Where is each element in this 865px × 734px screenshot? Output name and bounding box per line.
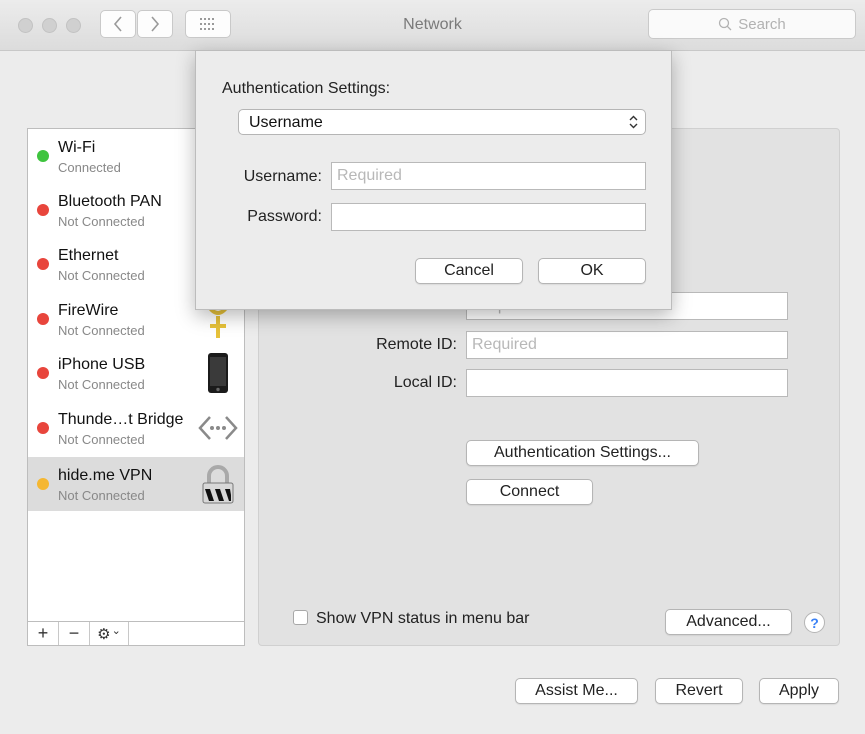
- service-status: Not Connected: [58, 432, 145, 447]
- status-dot: [37, 367, 49, 379]
- service-status: Connected: [58, 160, 121, 175]
- gear-menu-button[interactable]: ⚙ ⌄: [90, 622, 129, 645]
- password-field[interactable]: [331, 203, 646, 231]
- service-name: Thunde…t Bridge: [58, 411, 184, 428]
- connect-button[interactable]: Connect: [466, 479, 593, 505]
- search-icon: [719, 17, 732, 31]
- updown-chevron-icon: [629, 115, 638, 129]
- service-name: Ethernet: [58, 247, 119, 264]
- help-button[interactable]: ?: [804, 612, 825, 633]
- authentication-settings-sheet: Authentication Settings: Username Userna…: [195, 50, 672, 310]
- chevron-down-icon: ⌄: [111, 625, 121, 637]
- service-item-hide-me-vpn[interactable]: hide.me VPN Not Connected: [28, 457, 244, 511]
- sheet-heading: Authentication Settings:: [222, 80, 391, 97]
- password-label: Password:: [247, 208, 322, 225]
- service-status: Not Connected: [58, 488, 145, 503]
- thunderbolt-bridge-icon: [198, 416, 238, 440]
- ok-button[interactable]: OK: [538, 258, 646, 284]
- assist-me-button[interactable]: Assist Me...: [515, 678, 638, 704]
- status-dot: [37, 150, 49, 162]
- status-dot: [37, 258, 49, 270]
- apply-button[interactable]: Apply: [759, 678, 839, 704]
- service-name: iPhone USB: [58, 356, 146, 373]
- remove-service-button[interactable]: −: [59, 622, 90, 645]
- gear-icon: ⚙: [97, 625, 111, 643]
- service-name: Bluetooth PAN: [58, 193, 162, 210]
- username-field[interactable]: Required: [331, 162, 646, 190]
- show-vpn-status-label: Show VPN status in menu bar: [316, 610, 530, 627]
- authentication-method-select[interactable]: Username: [238, 109, 646, 135]
- status-dot: [37, 478, 49, 490]
- service-name: hide.me VPN: [58, 467, 153, 484]
- search-field[interactable]: Search: [648, 9, 856, 39]
- local-id-field[interactable]: [466, 369, 788, 397]
- status-dot: [37, 204, 49, 216]
- service-status: Not Connected: [58, 323, 145, 338]
- service-item-iphone-usb[interactable]: iPhone USB Not Connected: [28, 346, 244, 400]
- service-name: FireWire: [58, 302, 119, 319]
- service-status: Not Connected: [58, 377, 145, 392]
- iphone-icon: [208, 353, 228, 393]
- title-bar: Network Search: [0, 0, 865, 51]
- search-placeholder: Search: [738, 15, 786, 33]
- revert-button[interactable]: Revert: [655, 678, 743, 704]
- local-id-label: Local ID:: [393, 374, 457, 391]
- username-label: Username:: [243, 168, 322, 185]
- service-status: Not Connected: [58, 268, 145, 283]
- cancel-button[interactable]: Cancel: [415, 258, 523, 284]
- status-dot: [37, 313, 49, 325]
- advanced-button[interactable]: Advanced...: [665, 609, 792, 635]
- show-vpn-status-checkbox[interactable]: [293, 610, 308, 625]
- service-item-thunderbolt-bridge[interactable]: Thunde…t Bridge Not Connected: [28, 401, 244, 455]
- service-name: Wi-Fi: [58, 139, 96, 156]
- authentication-method-value: Username: [249, 114, 323, 131]
- add-service-button[interactable]: +: [28, 622, 59, 645]
- authentication-settings-button[interactable]: Authentication Settings...: [466, 440, 699, 466]
- vpn-lock-icon: [202, 465, 234, 504]
- remote-id-label: Remote ID:: [376, 336, 457, 353]
- remote-id-field[interactable]: Required: [466, 331, 788, 359]
- service-status: Not Connected: [58, 214, 145, 229]
- status-dot: [37, 422, 49, 434]
- service-list-toolbar: + − ⚙ ⌄: [27, 621, 245, 646]
